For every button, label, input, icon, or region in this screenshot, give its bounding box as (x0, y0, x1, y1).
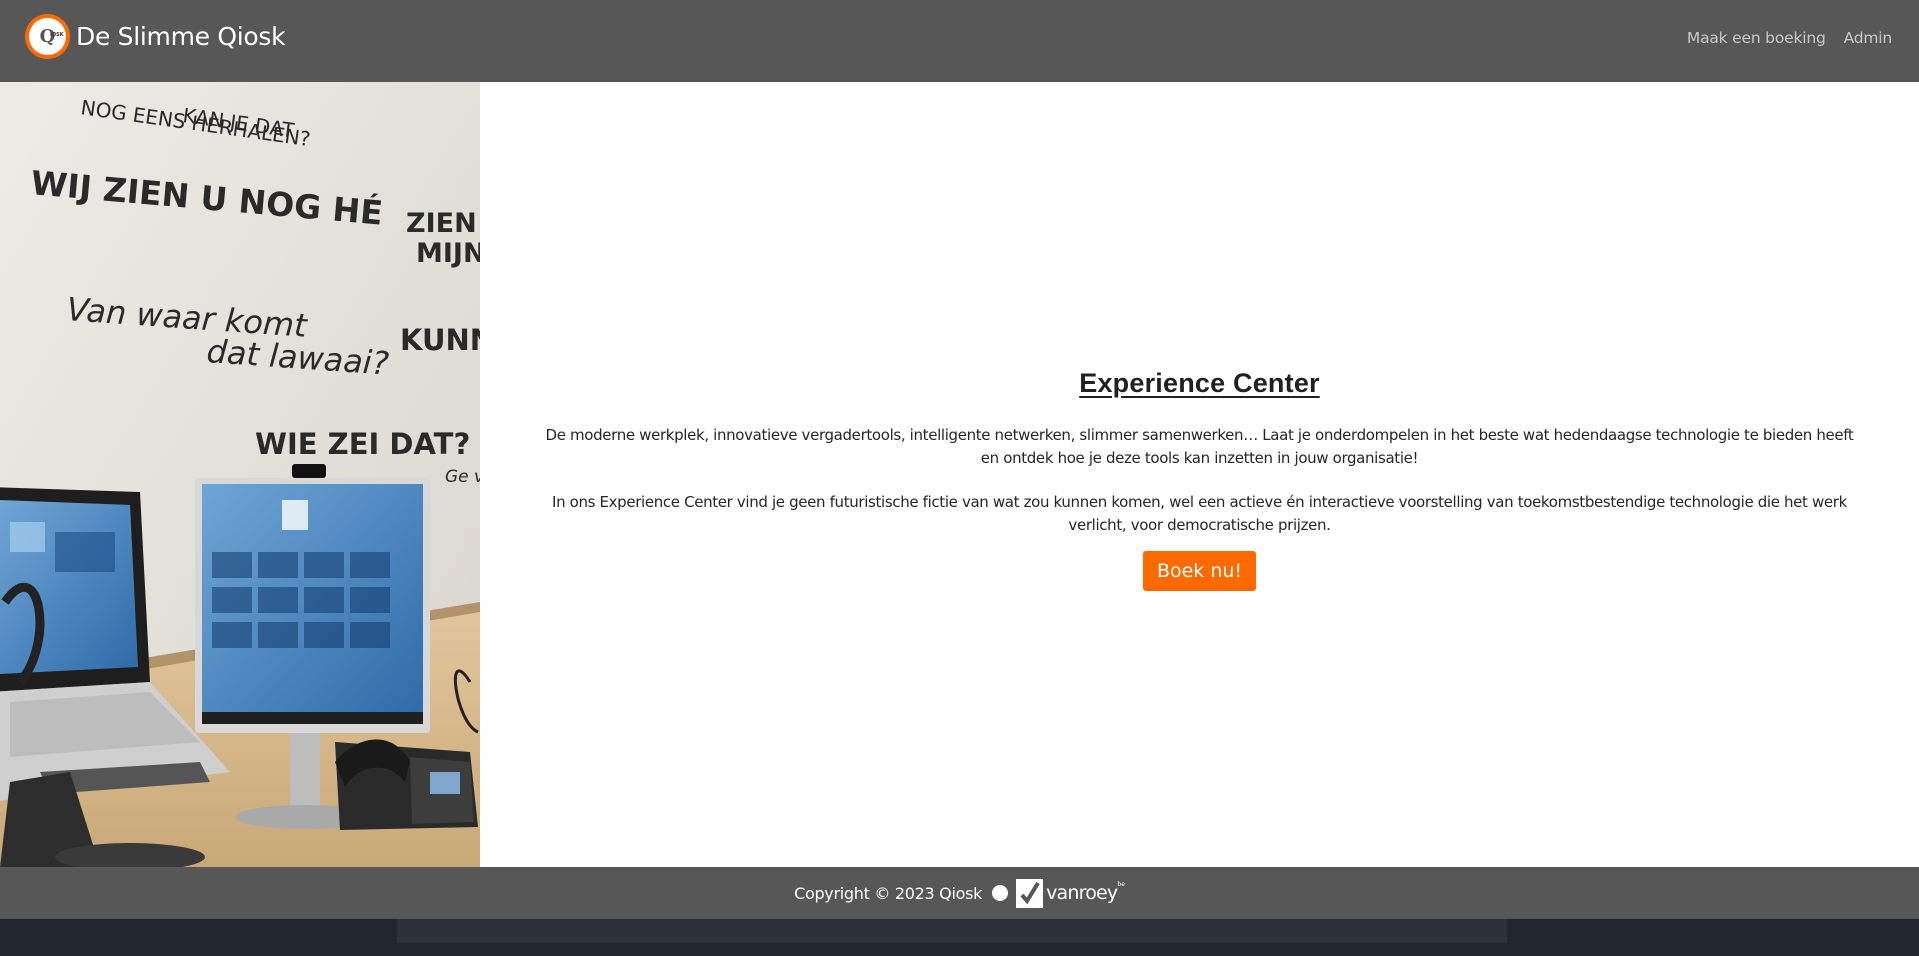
nav-links: Maak een boeking Admin (1687, 29, 1892, 47)
experience-center-photo: KAN JE DAT NOG EENS HERHALEN? WIJ ZIEN U… (0, 82, 480, 867)
main-content: Experience Center De moderne werkplek, i… (480, 82, 1919, 867)
brand-link[interactable]: Q IOSK De Slimme Qiosk (25, 14, 286, 59)
nav-link-admin[interactable]: Admin (1844, 29, 1893, 47)
brand-title: De Slimme Qiosk (76, 22, 286, 51)
nav-link-maak-een-boeking[interactable]: Maak een boeking (1687, 29, 1826, 47)
footer: Copyright © 2023 Qiosk vanroey be (0, 867, 1919, 919)
wall-text: MIJN S (416, 238, 480, 269)
wall-text: WIE ZEI DAT? (255, 427, 470, 461)
circle-icon (992, 885, 1009, 901)
wall-text: ZIEN JU (406, 208, 480, 239)
description-paragraph: In ons Experience Center vind je geen fu… (552, 493, 1847, 534)
book-now-button[interactable]: Boek nu! (1142, 551, 1257, 591)
vanroey-logo[interactable]: vanroey be (1016, 878, 1125, 908)
vanroey-check-icon (1016, 878, 1044, 908)
wall-text: Ge va (445, 467, 480, 487)
wall-text: KUNNE (400, 323, 480, 357)
copyright-text: Copyright © 2023 Qiosk (794, 883, 983, 903)
top-navbar: Q IOSK De Slimme Qiosk Maak een boeking … (0, 0, 1919, 82)
vanroey-wordmark: vanroey (1046, 882, 1118, 904)
page-title: Experience Center (1079, 368, 1320, 398)
bottom-bar (397, 919, 1507, 943)
qiosk-logo-icon: Q IOSK (25, 14, 70, 59)
intro-paragraph: De moderne werkplek, innovatieve vergade… (545, 426, 1854, 467)
vanroey-suffix: be (1117, 880, 1125, 888)
